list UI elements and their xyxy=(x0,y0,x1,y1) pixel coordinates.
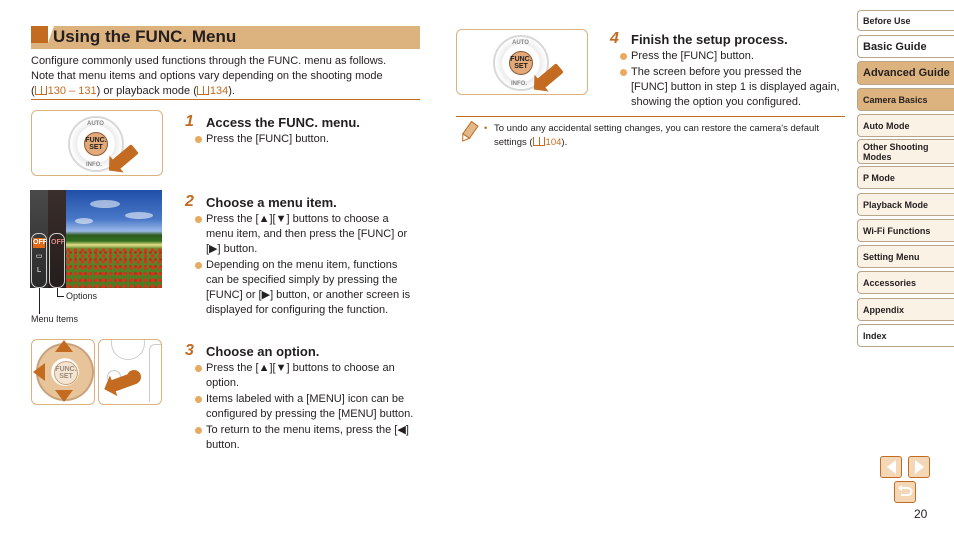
sidebar-item-setting-menu[interactable]: Setting Menu xyxy=(857,245,954,268)
sidebar-item-accessories[interactable]: Accessories xyxy=(857,271,954,294)
step-bullet: Press the [▲][▼] buttons to choose a men… xyxy=(195,212,415,257)
step3-dial-illustration: FUNC. SET xyxy=(31,339,95,405)
return-arrow-icon xyxy=(898,485,913,496)
options-label: Options xyxy=(66,291,98,301)
step-number: 1 xyxy=(185,113,194,130)
sidebar-item-wifi-functions[interactable]: Wi-Fi Functions xyxy=(857,219,954,242)
arrow-right-icon xyxy=(914,460,924,474)
sidebar-item-index[interactable]: Index xyxy=(857,324,954,347)
step-bullet: Items labeled with a [MENU] icon can be … xyxy=(195,392,415,422)
step4-illustration: AUTO FUNC. SET INFO. xyxy=(456,29,588,95)
sidebar-item-camera-basics[interactable]: Camera Basics xyxy=(857,88,954,111)
divider xyxy=(31,99,420,100)
step-bullet: Press the [FUNC] button. xyxy=(620,49,840,64)
sidebar-item-auto-mode[interactable]: Auto Mode xyxy=(857,114,954,137)
arrow-left-icon xyxy=(886,460,896,474)
step1-illustration: AUTO FUNC. SET INFO. xyxy=(31,110,163,176)
sidebar-item-p-mode[interactable]: P Mode xyxy=(857,166,954,189)
sidebar-item-other-shooting-modes[interactable]: Other Shooting Modes xyxy=(857,139,954,164)
step-2: 2 Choose a menu item. Press the [▲][▼] b… xyxy=(185,193,425,325)
func-set-button: FUNC. SET xyxy=(84,132,108,156)
step-bullet: Press the [FUNC] button. xyxy=(195,132,415,147)
menu-items-label: Menu Items xyxy=(31,314,79,324)
step-title: Choose a menu item. xyxy=(206,195,337,210)
sidebar-item-advanced-guide[interactable]: Advanced Guide xyxy=(857,61,954,85)
sidebar-item-appendix[interactable]: Appendix xyxy=(857,298,954,321)
left-arrow-icon xyxy=(33,363,45,381)
divider xyxy=(456,116,845,117)
step-bullet: Depending on the menu item, functions ca… xyxy=(195,258,415,318)
step-bullet: To return to the menu items, press the [… xyxy=(195,423,415,453)
prev-page-button[interactable] xyxy=(880,456,902,478)
section-header: Using the FUNC. Menu xyxy=(31,26,420,49)
sidebar-item-basic-guide[interactable]: Basic Guide xyxy=(857,35,954,58)
book-icon xyxy=(532,136,545,146)
step-number: 2 xyxy=(185,193,194,210)
page-title: Using the FUNC. Menu xyxy=(53,27,237,46)
section-marker xyxy=(31,26,48,43)
note-text: To undo any accidental setting changes, … xyxy=(484,122,844,149)
page-number: 20 xyxy=(914,507,928,521)
step-title: Finish the setup process. xyxy=(631,32,788,47)
step-bullet: The screen before you pressed the [FUNC]… xyxy=(620,65,840,110)
next-page-button[interactable] xyxy=(908,456,930,478)
page-ref-link-134[interactable]: 134 xyxy=(196,85,228,97)
intro-paragraph: Configure commonly used functions throug… xyxy=(31,55,387,97)
step-3: 3 Choose an option. Press the [▲][▼] but… xyxy=(185,342,425,474)
step-4: 4 Finish the setup process. Press the [F… xyxy=(610,30,850,112)
func-set-button: FUNC. SET xyxy=(509,51,533,75)
step3-menu-button-illustration xyxy=(98,339,162,405)
step-title: Choose an option. xyxy=(206,344,320,359)
up-arrow-icon xyxy=(55,340,73,352)
step-1: 1 Access the FUNC. menu. Press the [FUNC… xyxy=(185,113,425,155)
book-icon xyxy=(34,86,47,95)
step-bullet: Press the [▲][▼] buttons to choose an op… xyxy=(195,361,415,391)
page-ref-link-130[interactable]: 130 – 131 xyxy=(34,85,97,97)
step-number: 4 xyxy=(610,30,619,47)
book-icon xyxy=(196,86,209,95)
screen-photo: OFF ▭ L OFF xyxy=(30,190,162,288)
sidebar-item-before-use[interactable]: Before Use xyxy=(857,10,954,31)
down-arrow-icon xyxy=(55,390,73,402)
page-ref-link-104[interactable]: 104 xyxy=(532,136,561,148)
sidebar-item-playback-mode[interactable]: Playback Mode xyxy=(857,193,954,216)
return-button[interactable] xyxy=(894,481,916,503)
step-title: Access the FUNC. menu. xyxy=(206,115,360,130)
step-number: 3 xyxy=(185,342,194,359)
pencil-note-icon xyxy=(462,121,479,142)
